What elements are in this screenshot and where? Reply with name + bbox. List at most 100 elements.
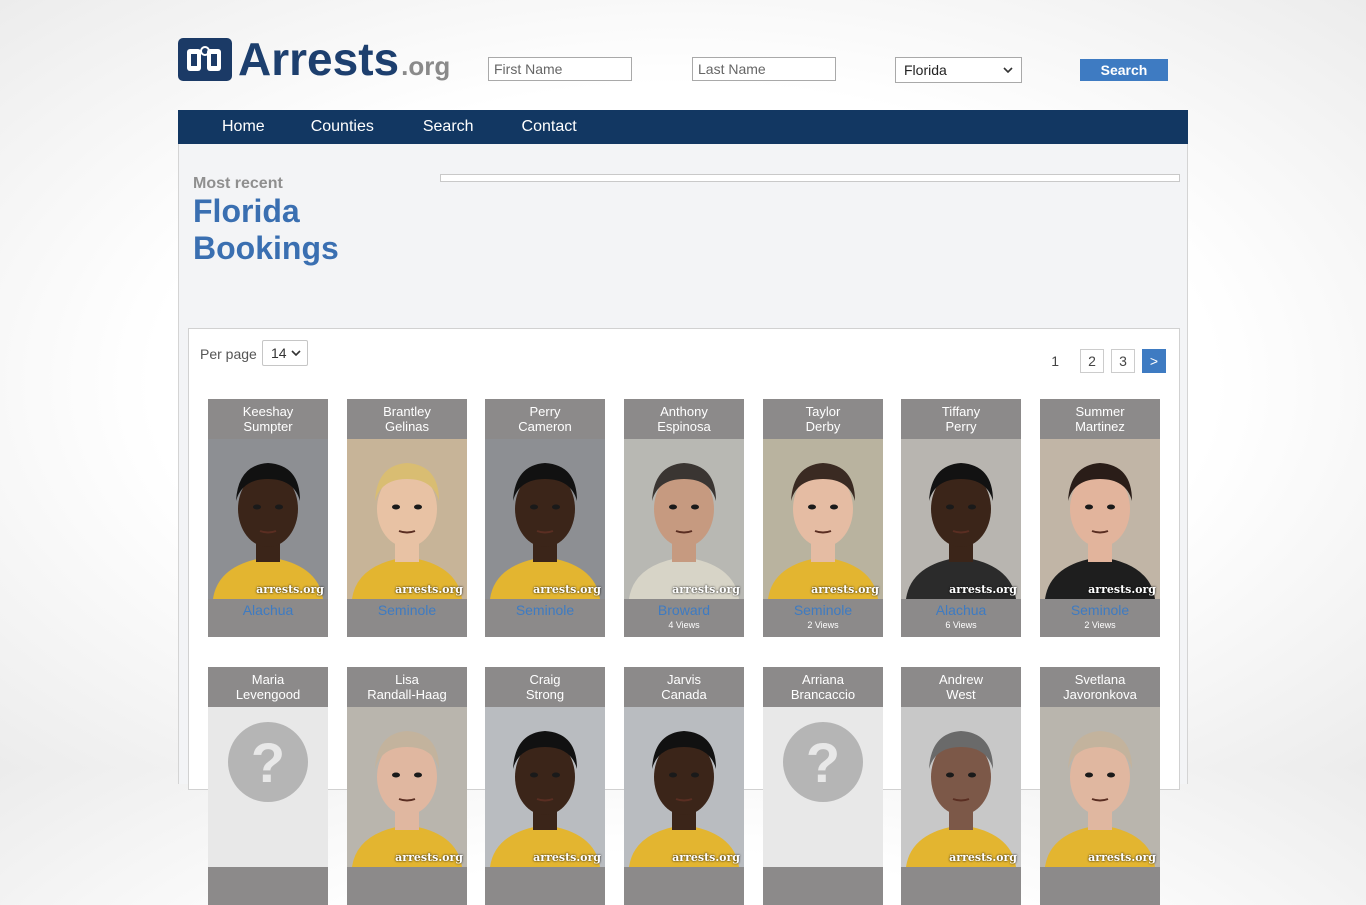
card-first-name: Perry: [529, 404, 561, 419]
card-county-link[interactable]: Seminole: [485, 602, 605, 618]
card-views: 4 Views: [668, 620, 700, 630]
booking-card[interactable]: Andrew West arrests.org: [901, 667, 1021, 905]
card-last-name: Strong: [525, 687, 565, 702]
mugshot-photo[interactable]: arrests.org: [1040, 707, 1160, 867]
card-first-name: Summer: [1075, 404, 1125, 419]
card-county-link[interactable]: Alachua: [208, 602, 328, 618]
watermark: arrests.org: [533, 583, 601, 596]
card-last-name: Martinez: [1075, 419, 1125, 434]
booking-card[interactable]: Tiffany Perry arrests.org Alachua 6 Views: [901, 399, 1021, 637]
card-name[interactable]: Taylor Derby: [763, 399, 883, 439]
mugshot-photo[interactable]: arrests.org: [485, 439, 605, 599]
card-county-link[interactable]: Seminole: [1040, 602, 1160, 618]
per-page-select[interactable]: 14: [262, 340, 308, 366]
card-first-name: Arriana: [802, 672, 844, 687]
card-first-name: Taylor: [805, 404, 841, 419]
card-first-name: Brantley: [383, 404, 431, 419]
card-name[interactable]: Lisa Randall-Haag: [347, 667, 467, 707]
card-name[interactable]: Tiffany Perry: [901, 399, 1021, 439]
page-title: Florida Bookings: [193, 193, 339, 266]
mugshot-photo[interactable]: arrests.org: [901, 707, 1021, 867]
card-name[interactable]: Arriana Brancaccio: [763, 667, 883, 707]
card-last-name: Canada: [661, 687, 707, 702]
search-button[interactable]: Search: [1080, 59, 1168, 81]
mugshot-photo[interactable]: arrests.org: [485, 707, 605, 867]
watermark: arrests.org: [949, 851, 1017, 864]
card-views: 2 Views: [1084, 620, 1116, 630]
nav-counties[interactable]: Counties: [311, 110, 374, 144]
card-first-name: Jarvis: [667, 672, 701, 687]
logo-tld: .org: [401, 51, 451, 81]
nav-contact[interactable]: Contact: [522, 110, 577, 144]
mugshot-photo[interactable]: arrests.org: [763, 439, 883, 599]
watermark: arrests.org: [1088, 851, 1156, 864]
first-name-input[interactable]: [488, 57, 632, 81]
card-first-name: Svetlana: [1074, 672, 1126, 687]
mugshot-photo[interactable]: ?: [208, 707, 328, 867]
ad-banner: [440, 174, 1180, 182]
booking-card[interactable]: Taylor Derby arrests.org Seminole 2 Views: [763, 399, 883, 637]
booking-card[interactable]: Perry Cameron arrests.org Seminole: [485, 399, 605, 637]
booking-card[interactable]: Lisa Randall-Haag arrests.org: [347, 667, 467, 905]
card-county-link[interactable]: Seminole: [763, 602, 883, 618]
nav-search[interactable]: Search: [423, 110, 474, 144]
main-nav: Home Counties Search Contact: [178, 110, 1188, 144]
booking-card[interactable]: Jarvis Canada arrests.org: [624, 667, 744, 905]
main-content: Most recent Florida Bookings Per page 14…: [178, 144, 1188, 905]
booking-card[interactable]: Anthony Espinosa arrests.org Broward 4 Views: [624, 399, 744, 637]
per-page-value: 14: [271, 345, 287, 361]
state-select[interactable]: Florida: [895, 57, 1022, 83]
watermark: arrests.org: [672, 583, 740, 596]
mugshot-photo[interactable]: arrests.org: [1040, 439, 1160, 599]
mugshot-photo[interactable]: arrests.org: [624, 439, 744, 599]
card-first-name: Tiffany: [941, 404, 981, 419]
card-name[interactable]: Keeshay Sumpter: [208, 399, 328, 439]
booking-card[interactable]: Svetlana Javoronkova arrests.org: [1040, 667, 1160, 905]
state-select-value: Florida: [904, 62, 947, 78]
card-name[interactable]: Maria Levengood: [208, 667, 328, 707]
card-last-name: Espinosa: [657, 419, 711, 434]
card-last-name: Javoronkova: [1063, 687, 1137, 702]
card-name[interactable]: Jarvis Canada: [624, 667, 744, 707]
card-first-name: Lisa: [395, 672, 419, 687]
svg-text:?: ?: [806, 731, 840, 794]
chevron-down-icon: [291, 350, 301, 356]
booking-card[interactable]: Maria Levengood?: [208, 667, 328, 905]
card-first-name: Andrew: [938, 672, 984, 687]
card-name[interactable]: Craig Strong: [485, 667, 605, 707]
card-views: 6 Views: [945, 620, 977, 630]
booking-card[interactable]: Summer Martinez arrests.org Seminole 2 Views: [1040, 399, 1160, 637]
mugshot-photo[interactable]: ?: [763, 707, 883, 867]
mugshot-photo[interactable]: arrests.org: [208, 439, 328, 599]
next-page-button[interactable]: >: [1142, 349, 1166, 373]
card-county-link[interactable]: Seminole: [347, 602, 467, 618]
mugshot-photo[interactable]: arrests.org: [901, 439, 1021, 599]
card-county-link[interactable]: Broward: [624, 602, 744, 618]
booking-card[interactable]: Arriana Brancaccio?: [763, 667, 883, 905]
card-name[interactable]: Svetlana Javoronkova: [1040, 667, 1160, 707]
site-header: Arrests .org Florida Search: [178, 30, 1188, 100]
mugshot-photo[interactable]: arrests.org: [347, 439, 467, 599]
booking-card[interactable]: Brantley Gelinas arrests.org Seminole: [347, 399, 467, 637]
mugshot-photo[interactable]: arrests.org: [347, 707, 467, 867]
nav-home[interactable]: Home: [222, 110, 265, 144]
card-last-name: Levengood: [235, 687, 301, 702]
booking-card[interactable]: Keeshay Sumpter arrests.org Alachua: [208, 399, 328, 637]
card-last-name: Gelinas: [384, 419, 430, 434]
watermark: arrests.org: [1088, 583, 1156, 596]
page-2-button[interactable]: 2: [1080, 349, 1104, 373]
card-name[interactable]: Anthony Espinosa: [624, 399, 744, 439]
card-name[interactable]: Summer Martinez: [1040, 399, 1160, 439]
site-logo[interactable]: Arrests .org: [178, 33, 451, 85]
booking-card[interactable]: Craig Strong arrests.org: [485, 667, 605, 905]
logo-wordmark: Arrests: [238, 33, 400, 85]
last-name-input[interactable]: [692, 57, 836, 81]
card-name[interactable]: Perry Cameron: [485, 399, 605, 439]
card-views: 2 Views: [807, 620, 839, 630]
page-3-button[interactable]: 3: [1111, 349, 1135, 373]
mugshot-photo[interactable]: arrests.org: [624, 707, 744, 867]
card-name[interactable]: Brantley Gelinas: [347, 399, 467, 439]
card-county-link[interactable]: Alachua: [901, 602, 1021, 618]
card-name[interactable]: Andrew West: [901, 667, 1021, 707]
watermark: arrests.org: [395, 583, 463, 596]
